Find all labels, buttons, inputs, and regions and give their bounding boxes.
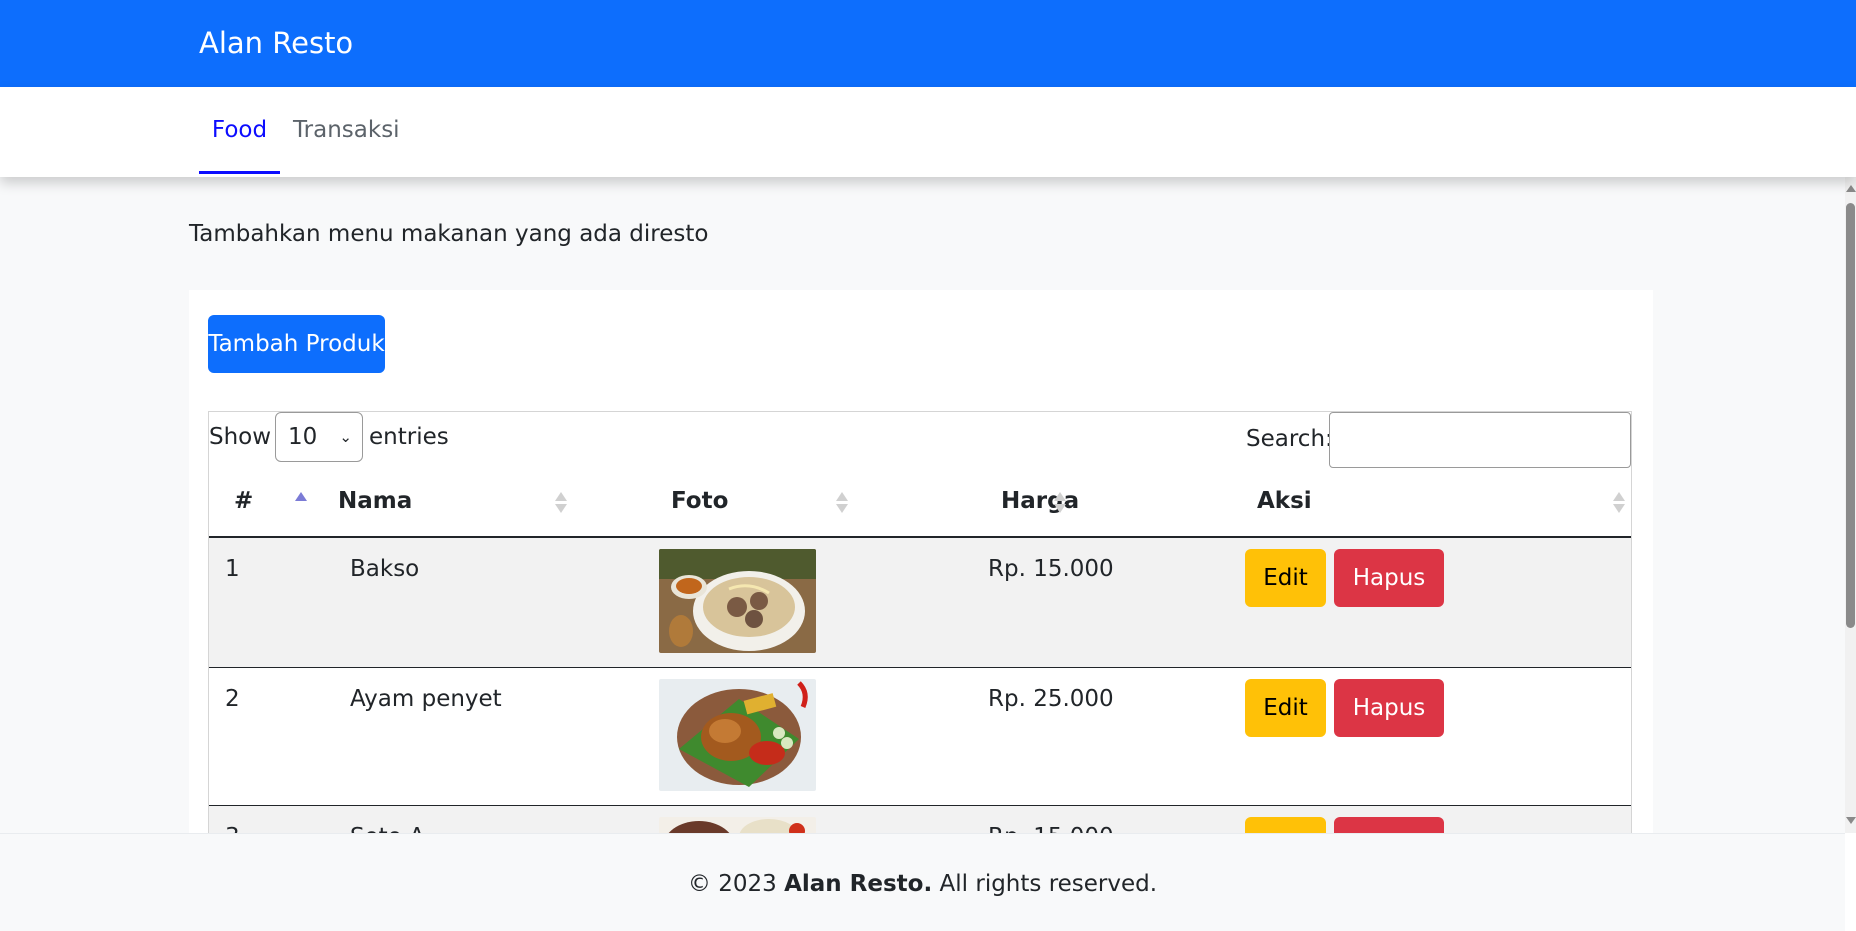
edit-button[interactable]: Edit [1245, 679, 1326, 737]
search-input[interactable] [1329, 412, 1631, 468]
product-card: Tambah Produk Show 10 ⌄ entries Search: … [189, 290, 1653, 833]
entries-label: entries [369, 424, 449, 450]
scroll-up-arrow-icon[interactable] [1846, 185, 1856, 192]
sort-icon[interactable] [1054, 490, 1068, 516]
vertical-scrollbar[interactable] [1845, 177, 1856, 833]
add-product-button[interactable]: Tambah Produk [208, 315, 385, 373]
column-header-aksi[interactable]: Aksi [1257, 488, 1312, 514]
table-row: 2 Ayam penyet Rp. 25.000 Edit Hapus [209, 668, 1631, 806]
sort-icon[interactable] [555, 490, 569, 516]
delete-button[interactable]: Hapus [1334, 679, 1444, 737]
row-nama: Soto A [350, 824, 425, 833]
show-label: Show [209, 424, 272, 450]
tab-food[interactable]: Food [199, 117, 280, 174]
sort-ascending-icon[interactable] [295, 490, 309, 516]
row-number: 3 [225, 824, 240, 833]
search-label: Search: [1246, 426, 1333, 452]
tab-bar: Food Transaksi [0, 87, 1856, 177]
row-nama: Bakso [350, 556, 420, 582]
row-number: 1 [225, 556, 240, 582]
column-header-no[interactable]: # [234, 488, 253, 514]
scroll-down-arrow-icon[interactable] [1846, 817, 1856, 824]
page-intro: Tambahkan menu makanan yang ada diresto [189, 221, 709, 247]
chevron-down-icon: ⌄ [339, 428, 352, 446]
entries-select-value: 10 [288, 424, 318, 450]
sort-icon[interactable] [836, 490, 850, 516]
edit-button[interactable]: Edit [1245, 549, 1326, 607]
main-content: Tambahkan menu makanan yang ada diresto … [0, 177, 1845, 833]
row-nama: Ayam penyet [350, 686, 502, 712]
delete-button[interactable]: Hapus [1334, 817, 1444, 833]
table-row: 1 Bakso Rp. 15.000 Edit Hapus [209, 538, 1631, 668]
top-navbar: Alan Resto [0, 0, 1856, 87]
food-photo-ayam-penyet [659, 679, 816, 791]
row-number: 2 [225, 686, 240, 712]
entries-select[interactable]: 10 ⌄ [275, 412, 363, 462]
footer-brand: Alan Resto. [784, 871, 933, 897]
delete-button[interactable]: Hapus [1334, 549, 1444, 607]
tab-transaksi[interactable]: Transaksi [293, 117, 400, 143]
edit-button[interactable]: Edit [1245, 817, 1326, 833]
table-row: 3 Soto A Rp. 15.000 Edit Hapus [209, 806, 1631, 833]
sort-icon[interactable] [1613, 490, 1627, 516]
page-footer: © 2023 Alan Resto. All rights reserved. [0, 833, 1845, 931]
food-photo-bakso [659, 549, 816, 653]
scrollbar-thumb[interactable] [1846, 203, 1855, 628]
product-datatable: Show 10 ⌄ entries Search: # Nama Foto Ha… [208, 411, 1632, 833]
food-photo-soto-ayam [659, 817, 816, 833]
column-header-foto[interactable]: Foto [671, 488, 728, 514]
column-header-nama[interactable]: Nama [338, 488, 412, 514]
row-harga: Rp. 15.000 [988, 824, 1114, 833]
row-harga: Rp. 15.000 [988, 556, 1114, 582]
copyright-text: © 2023 Alan Resto. All rights reserved. [687, 871, 1158, 897]
brand-title[interactable]: Alan Resto [199, 26, 353, 60]
row-harga: Rp. 25.000 [988, 686, 1114, 712]
